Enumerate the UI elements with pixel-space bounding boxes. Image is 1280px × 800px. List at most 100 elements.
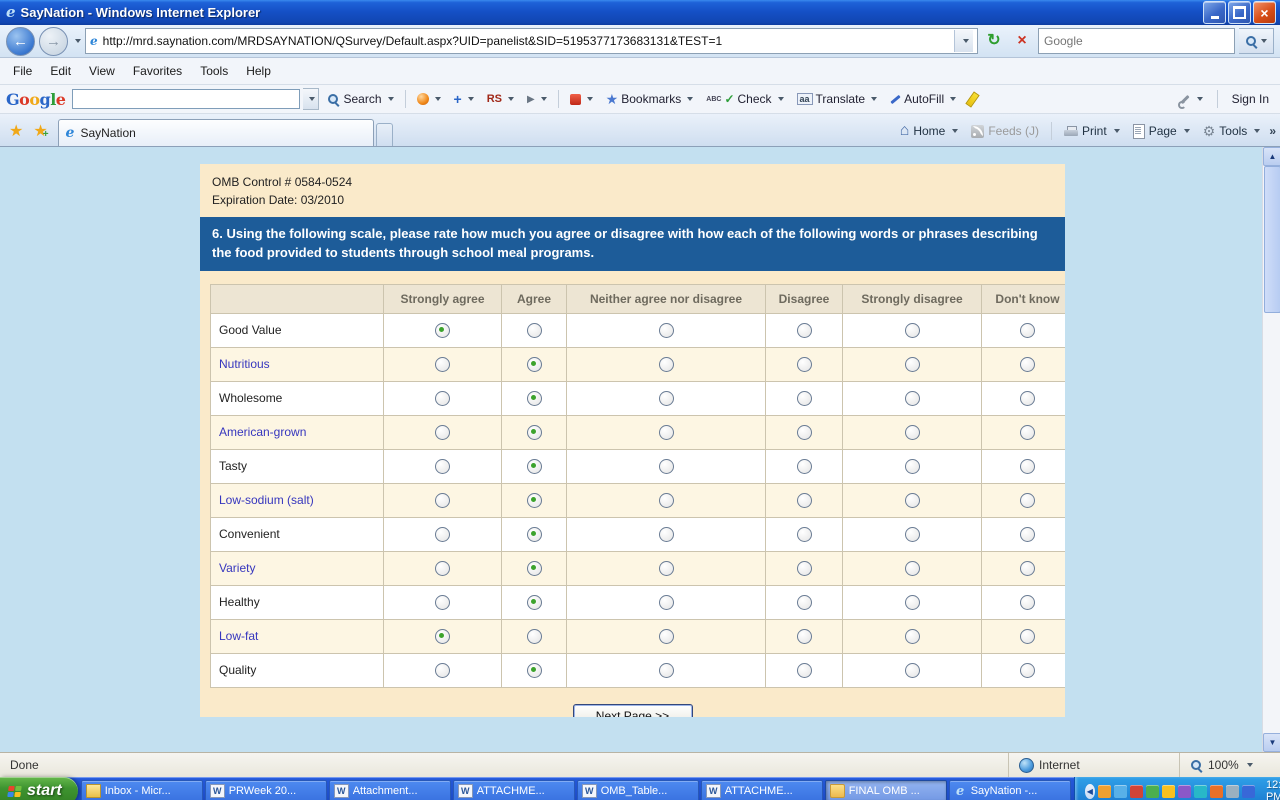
radio-nutritious-strongly-disagree[interactable] bbox=[905, 357, 920, 372]
start-button[interactable]: start bbox=[0, 777, 78, 800]
taskbar-item-attachme[interactable]: WATTACHME... bbox=[453, 780, 575, 800]
tray-icon-7[interactable] bbox=[1194, 785, 1207, 798]
radio-healthy-neither-agree-nor-disagree[interactable] bbox=[659, 595, 674, 610]
radio-wholesome-disagree[interactable] bbox=[797, 391, 812, 406]
radio-good-value-don-t-know[interactable] bbox=[1020, 323, 1035, 338]
radio-variety-disagree[interactable] bbox=[797, 561, 812, 576]
search-input[interactable] bbox=[1039, 34, 1234, 48]
taskbar-item-inbox-micr[interactable]: Inbox - Micr... bbox=[81, 780, 203, 800]
radio-healthy-disagree[interactable] bbox=[797, 595, 812, 610]
google-search-dropdown[interactable] bbox=[303, 88, 319, 110]
radio-quality-neither-agree-nor-disagree[interactable] bbox=[659, 663, 674, 678]
menu-help[interactable]: Help bbox=[237, 60, 280, 82]
radio-good-value-strongly-agree[interactable] bbox=[435, 323, 450, 338]
radio-healthy-don-t-know[interactable] bbox=[1020, 595, 1035, 610]
toolbar-rs-button[interactable]: RS bbox=[482, 91, 519, 107]
radio-low-fat-strongly-disagree[interactable] bbox=[905, 629, 920, 644]
menu-view[interactable]: View bbox=[80, 60, 124, 82]
radio-american-grown-don-t-know[interactable] bbox=[1020, 425, 1035, 440]
radio-good-value-strongly-disagree[interactable] bbox=[905, 323, 920, 338]
radio-low-fat-don-t-know[interactable] bbox=[1020, 629, 1035, 644]
radio-good-value-neither-agree-nor-disagree[interactable] bbox=[659, 323, 674, 338]
address-field[interactable]: e http://mrd.saynation.com/MRDSAYNATION/… bbox=[85, 28, 978, 54]
radio-low-sodium-salt-strongly-disagree[interactable] bbox=[905, 493, 920, 508]
radio-low-sodium-salt-agree[interactable] bbox=[527, 493, 542, 508]
radio-quality-agree[interactable] bbox=[527, 663, 542, 678]
radio-american-grown-agree[interactable] bbox=[527, 425, 542, 440]
history-dropdown-icon[interactable] bbox=[75, 39, 81, 43]
spellcheck-button[interactable]: ABC ✓ Check bbox=[701, 90, 788, 108]
menu-file[interactable]: File bbox=[4, 60, 41, 82]
add-favorite-button[interactable]: ★+ bbox=[28, 124, 53, 146]
highlighter-button[interactable] bbox=[964, 90, 981, 109]
new-tab-stub[interactable] bbox=[376, 123, 393, 146]
radio-tasty-disagree[interactable] bbox=[797, 459, 812, 474]
radio-low-fat-neither-agree-nor-disagree[interactable] bbox=[659, 629, 674, 644]
radio-convenient-agree[interactable] bbox=[527, 527, 542, 542]
tray-icon-1[interactable] bbox=[1098, 785, 1111, 798]
feeds-button[interactable]: Feeds (J) bbox=[967, 122, 1043, 140]
radio-american-grown-strongly-agree[interactable] bbox=[435, 425, 450, 440]
radio-wholesome-neither-agree-nor-disagree[interactable] bbox=[659, 391, 674, 406]
radio-american-grown-strongly-disagree[interactable] bbox=[905, 425, 920, 440]
taskbar-item-omb-table[interactable]: WOMB_Table... bbox=[577, 780, 699, 800]
radio-variety-don-t-know[interactable] bbox=[1020, 561, 1035, 576]
tray-icon-8[interactable] bbox=[1210, 785, 1223, 798]
menu-favorites[interactable]: Favorites bbox=[124, 60, 191, 82]
radio-healthy-strongly-disagree[interactable] bbox=[905, 595, 920, 610]
radio-variety-strongly-agree[interactable] bbox=[435, 561, 450, 576]
radio-nutritious-agree[interactable] bbox=[527, 357, 542, 372]
tray-icon-5[interactable] bbox=[1162, 785, 1175, 798]
translate-button[interactable]: aa Translate bbox=[792, 90, 883, 108]
tray-collapse-button[interactable]: ◀ bbox=[1085, 784, 1095, 799]
radio-quality-strongly-disagree[interactable] bbox=[905, 663, 920, 678]
sign-in-button[interactable]: Sign In bbox=[1227, 90, 1274, 108]
radio-convenient-neither-agree-nor-disagree[interactable] bbox=[659, 527, 674, 542]
back-button[interactable]: ← bbox=[6, 27, 35, 56]
radio-tasty-neither-agree-nor-disagree[interactable] bbox=[659, 459, 674, 474]
radio-quality-disagree[interactable] bbox=[797, 663, 812, 678]
toolbar-overflow-button[interactable]: » bbox=[1269, 124, 1276, 138]
refresh-button[interactable]: ↻ bbox=[982, 29, 1006, 53]
radio-low-fat-agree[interactable] bbox=[527, 629, 542, 644]
radio-convenient-don-t-know[interactable] bbox=[1020, 527, 1035, 542]
toolbar-add-button[interactable]: + bbox=[449, 90, 479, 108]
scrollbar-track[interactable]: ▲ ▼ bbox=[1262, 147, 1280, 752]
taskbar-item-final-omb[interactable]: FINAL OMB ... bbox=[825, 780, 947, 800]
radio-tasty-strongly-disagree[interactable] bbox=[905, 459, 920, 474]
toolbar-options-button[interactable] bbox=[1173, 91, 1208, 108]
scrollbar-down-button[interactable]: ▼ bbox=[1263, 733, 1280, 752]
radio-low-fat-strongly-agree[interactable] bbox=[435, 629, 450, 644]
search-box[interactable] bbox=[1038, 28, 1235, 54]
radio-low-sodium-salt-neither-agree-nor-disagree[interactable] bbox=[659, 493, 674, 508]
radio-wholesome-strongly-disagree[interactable] bbox=[905, 391, 920, 406]
favorites-center-button[interactable]: ★ bbox=[4, 124, 28, 146]
stop-button[interactable]: × bbox=[1010, 29, 1034, 53]
forward-button[interactable]: → bbox=[39, 27, 68, 56]
radio-nutritious-don-t-know[interactable] bbox=[1020, 357, 1035, 372]
radio-quality-don-t-know[interactable] bbox=[1020, 663, 1035, 678]
radio-tasty-don-t-know[interactable] bbox=[1020, 459, 1035, 474]
tray-icon-10[interactable] bbox=[1242, 785, 1255, 798]
radio-convenient-strongly-disagree[interactable] bbox=[905, 527, 920, 542]
radio-variety-strongly-disagree[interactable] bbox=[905, 561, 920, 576]
radio-wholesome-agree[interactable] bbox=[527, 391, 542, 406]
radio-low-fat-disagree[interactable] bbox=[797, 629, 812, 644]
maximize-button[interactable] bbox=[1228, 1, 1251, 24]
radio-nutritious-disagree[interactable] bbox=[797, 357, 812, 372]
close-button[interactable]: × bbox=[1253, 1, 1276, 24]
tray-icon-4[interactable] bbox=[1146, 785, 1159, 798]
radio-nutritious-neither-agree-nor-disagree[interactable] bbox=[659, 357, 674, 372]
address-dropdown-button[interactable] bbox=[954, 30, 973, 52]
radio-variety-agree[interactable] bbox=[527, 561, 542, 576]
taskbar-item-saynation[interactable]: eSayNation -... bbox=[949, 780, 1071, 800]
taskbar-item-attachme[interactable]: WATTACHME... bbox=[701, 780, 823, 800]
bookmarks-button[interactable]: ★ Bookmarks bbox=[601, 90, 699, 108]
radio-good-value-agree[interactable] bbox=[527, 323, 542, 338]
tab-saynation[interactable]: e SayNation bbox=[58, 119, 374, 146]
radio-tasty-agree[interactable] bbox=[527, 459, 542, 474]
menu-edit[interactable]: Edit bbox=[41, 60, 80, 82]
zoom-control[interactable]: 100% bbox=[1179, 753, 1280, 777]
page-menu-button[interactable]: Page bbox=[1129, 122, 1194, 141]
taskbar-item-prweek-20[interactable]: WPRWeek 20... bbox=[205, 780, 327, 800]
